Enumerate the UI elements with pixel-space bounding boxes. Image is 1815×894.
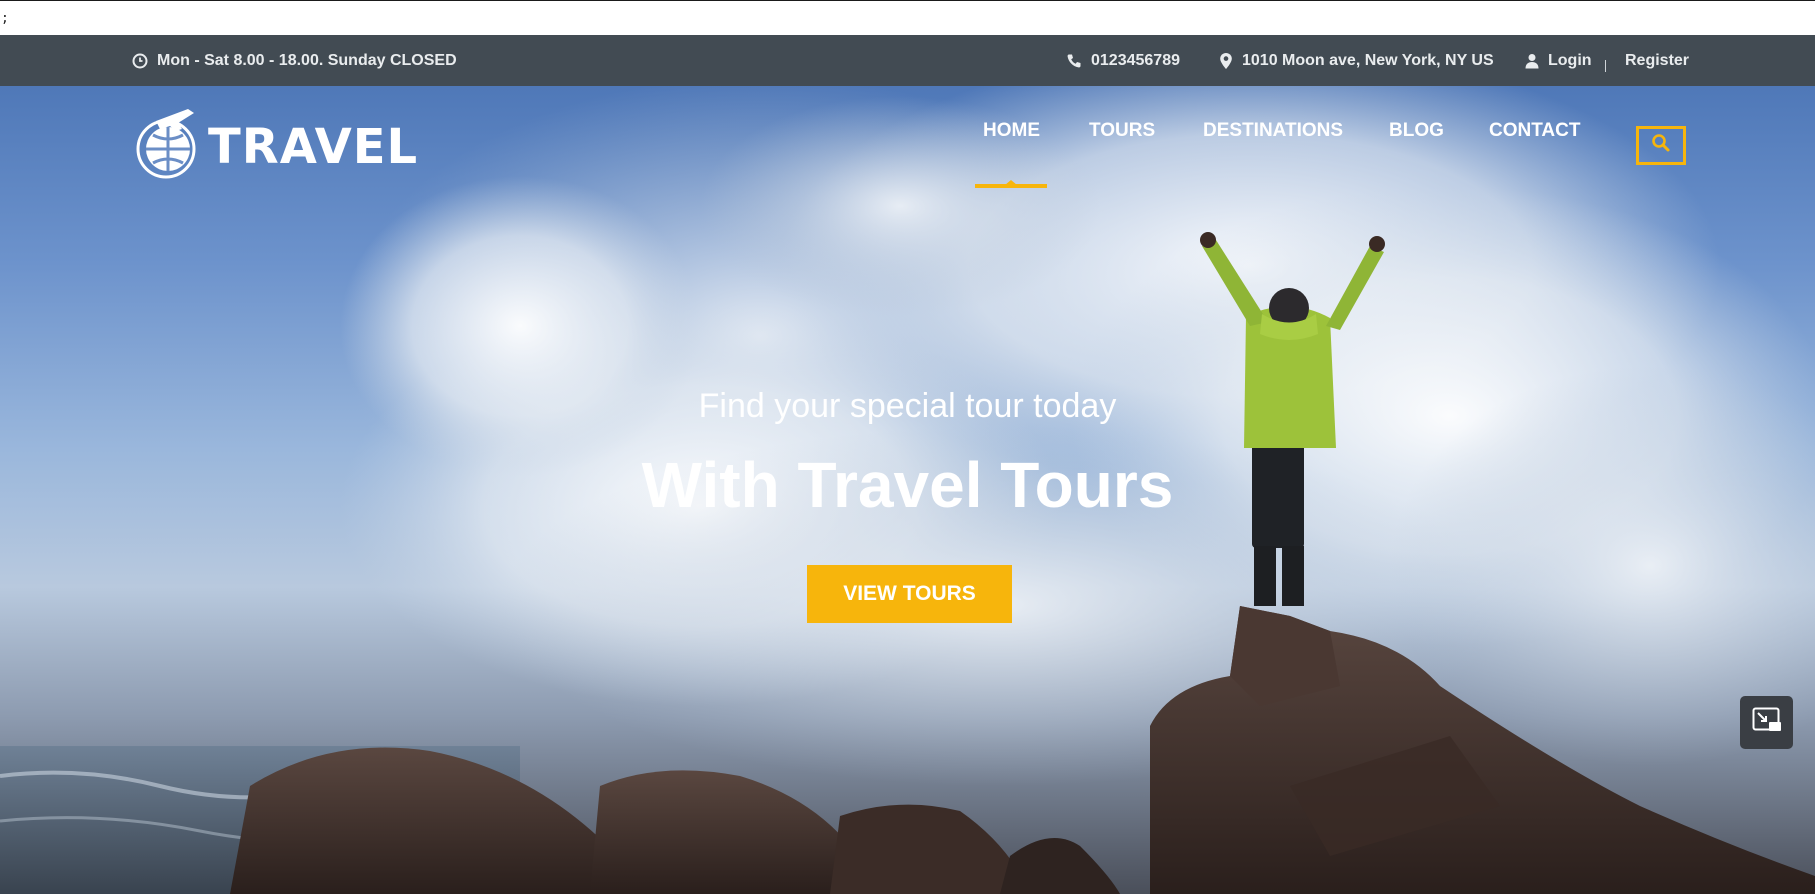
nav-item-blog[interactable]: BLOG [1389, 120, 1444, 142]
brand-name[interactable]: TRAVEL [208, 119, 418, 175]
search-icon [1651, 133, 1671, 158]
address-info: 1010 Moon ave, New York, NY US [1219, 35, 1494, 86]
nav-item-home[interactable]: HOME [983, 120, 1040, 142]
search-button[interactable] [1636, 126, 1686, 165]
hero-subtitle: Find your special tour today [698, 387, 1117, 425]
stray-header-strip: ; [0, 0, 1815, 35]
register-link[interactable]: Register [1625, 35, 1689, 86]
address-text: 1010 Moon ave, New York, NY US [1242, 51, 1494, 69]
opening-hours-text: Mon - Sat 8.00 - 18.00. Sunday CLOSED [157, 51, 457, 69]
nav-item-destinations[interactable]: DESTINATIONS [1203, 120, 1343, 142]
picture-in-picture-icon [1752, 707, 1782, 738]
brand-logo[interactable]: TRAVEL [130, 105, 418, 188]
phone-icon [1066, 53, 1082, 69]
login-label[interactable]: Login [1548, 52, 1592, 70]
user-icon [1525, 53, 1539, 69]
phone-contact[interactable]: 0123456789 [1066, 35, 1180, 86]
view-tours-button[interactable]: VIEW TOURS [807, 565, 1012, 623]
topbar-divider [1605, 60, 1606, 72]
opening-hours: Mon - Sat 8.00 - 18.00. Sunday CLOSED [132, 35, 457, 86]
globe-plane-logo-icon [130, 105, 202, 188]
nav-item-tours[interactable]: TOURS [1089, 120, 1155, 142]
picture-in-picture-button[interactable] [1740, 696, 1793, 749]
phone-number[interactable]: 0123456789 [1091, 52, 1180, 70]
map-pin-icon [1219, 52, 1233, 70]
top-info-bar: Mon - Sat 8.00 - 18.00. Sunday CLOSED 01… [0, 35, 1815, 86]
stray-text: ; [1, 11, 9, 26]
login-link[interactable]: Login [1525, 35, 1592, 86]
nav-item-contact[interactable]: CONTACT [1489, 120, 1580, 142]
clock-icon [132, 53, 148, 69]
active-nav-underline [975, 184, 1047, 188]
register-label[interactable]: Register [1625, 52, 1689, 70]
hero-title: With Travel Tours [641, 449, 1174, 521]
